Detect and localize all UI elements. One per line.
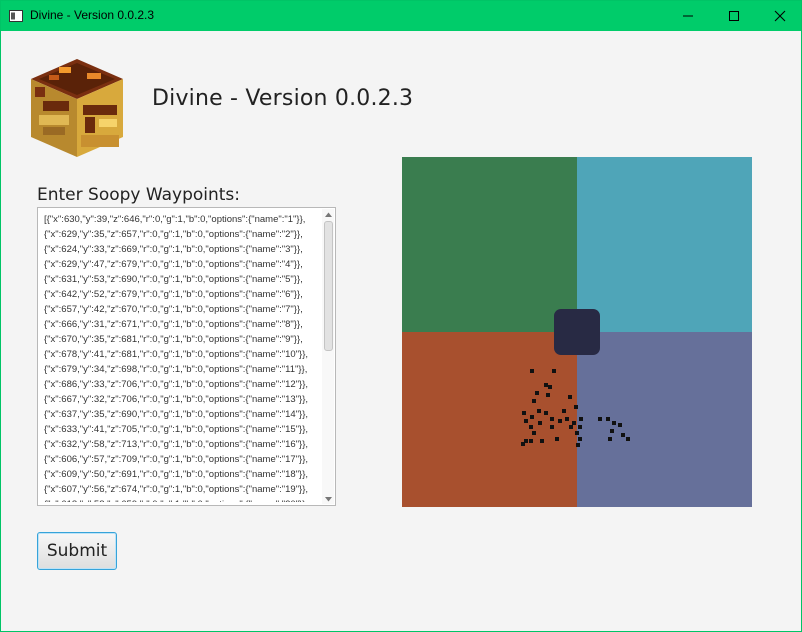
waypoint-dot — [576, 443, 580, 447]
waypoint-dot — [532, 431, 536, 435]
waypoint-dot — [537, 409, 541, 413]
logo-cube-icon — [31, 59, 123, 157]
scroll-up-button[interactable] — [322, 209, 334, 219]
close-button[interactable] — [757, 1, 802, 31]
waypoint-dot — [610, 429, 614, 433]
waypoint-dot — [598, 417, 602, 421]
waypoint-dot — [530, 369, 534, 373]
scroll-thumb[interactable] — [324, 221, 333, 351]
chevron-down-icon — [324, 496, 332, 501]
waypoint-dot — [532, 399, 536, 403]
waypoint-dot — [558, 419, 562, 423]
waypoint-dot — [562, 409, 566, 413]
maximize-icon — [729, 11, 739, 21]
minimize-button[interactable] — [665, 1, 711, 31]
waypoint-dot — [621, 433, 625, 437]
page-title: Divine - Version 0.0.2.3 — [152, 86, 414, 111]
map-quadrant-bottom-right — [577, 332, 752, 507]
waypoint-dot — [522, 411, 526, 415]
waypoint-dot — [612, 421, 616, 425]
waypoint-dot — [521, 442, 525, 446]
maximize-button[interactable] — [711, 1, 757, 31]
waypoint-map — [402, 157, 752, 507]
waypoint-dot — [538, 421, 542, 425]
waypoint-dot — [540, 439, 544, 443]
minimize-icon — [683, 15, 693, 17]
waypoint-dot — [575, 431, 579, 435]
map-center-marker — [554, 309, 600, 355]
waypoint-dot — [535, 391, 539, 395]
map-quadrant-top-right — [577, 157, 752, 332]
waypoint-dot — [529, 439, 533, 443]
title-bar[interactable]: Divine - Version 0.0.2.3 — [1, 1, 801, 31]
waypoint-dot — [608, 437, 612, 441]
waypoint-dot — [572, 421, 576, 425]
waypoints-textarea-value: [{"x":630,"y":39,"z":646,"r":0,"g":1,"b"… — [44, 214, 309, 502]
waypoint-dot — [569, 425, 573, 429]
waypoint-dot — [568, 395, 572, 399]
waypoint-dot — [529, 425, 533, 429]
waypoint-dot — [579, 417, 583, 421]
waypoint-dot — [578, 425, 582, 429]
app-icon — [9, 10, 23, 22]
waypoint-dot — [544, 383, 548, 387]
chevron-up-icon — [324, 212, 332, 217]
waypoint-dot — [618, 423, 622, 427]
waypoint-dot — [626, 437, 630, 441]
waypoint-dot — [565, 417, 569, 421]
textarea-scrollbar[interactable] — [322, 209, 334, 504]
submit-button[interactable]: Submit — [37, 532, 117, 570]
waypoints-textarea[interactable]: [{"x":630,"y":39,"z":646,"r":0,"g":1,"b"… — [37, 207, 336, 506]
waypoint-dot — [548, 385, 552, 389]
close-icon — [774, 10, 786, 22]
map-quadrant-top-left — [402, 157, 577, 332]
waypoint-dot — [552, 369, 556, 373]
waypoint-dot — [574, 405, 578, 409]
scroll-down-button[interactable] — [322, 494, 334, 504]
waypoint-dot — [524, 419, 528, 423]
waypoint-dot — [606, 417, 610, 421]
waypoint-dot — [550, 425, 554, 429]
waypoint-dot — [578, 437, 582, 441]
window-title: Divine - Version 0.0.2.3 — [30, 8, 155, 22]
waypoint-dot — [530, 415, 534, 419]
waypoint-dot — [555, 437, 559, 441]
waypoint-dot — [546, 393, 550, 397]
app-window: Divine - Version 0.0.2.3 Divine - Versio… — [0, 0, 802, 632]
waypoint-dot — [550, 417, 554, 421]
waypoint-dot — [544, 411, 548, 415]
waypoints-label: Enter Soopy Waypoints: — [37, 185, 241, 205]
